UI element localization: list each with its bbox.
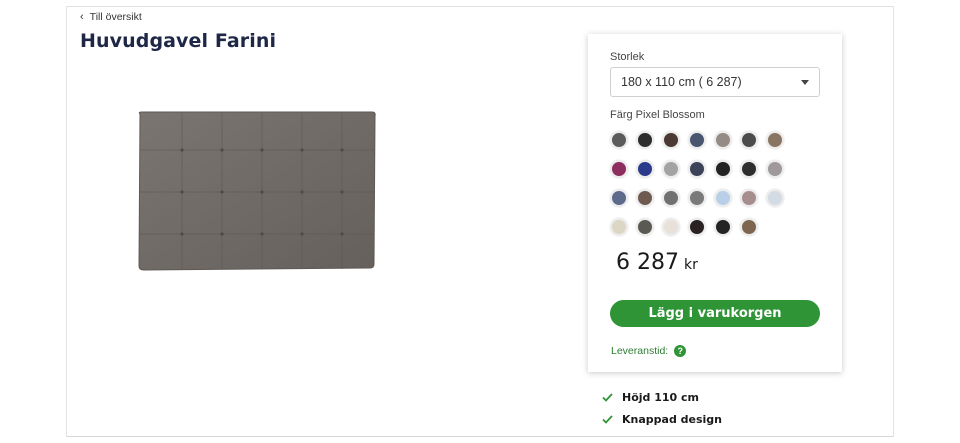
chevron-left-icon: ‹ [80, 10, 84, 23]
color-swatch-grid [610, 131, 790, 247]
color-swatch[interactable] [636, 131, 654, 149]
size-select[interactable]: 180 x 110 cm ( 6 287) [610, 67, 820, 97]
delivery-time: Leveranstid: ? [611, 345, 687, 357]
question-help-icon[interactable]: ? [674, 345, 687, 357]
purchase-panel: Storlek 180 x 110 cm ( 6 287) Färg Pixel… [588, 34, 842, 372]
color-swatch[interactable] [740, 189, 758, 207]
color-swatch[interactable] [740, 160, 758, 178]
color-swatch[interactable] [688, 131, 706, 149]
color-swatch[interactable] [740, 131, 758, 149]
color-swatch[interactable] [714, 189, 732, 207]
color-swatch[interactable] [688, 189, 706, 207]
price-currency: kr [683, 257, 698, 273]
color-swatch[interactable] [766, 189, 784, 207]
add-to-cart-button[interactable]: Lägg i varukorgen [610, 300, 820, 327]
color-swatch[interactable] [636, 160, 654, 178]
product-image [138, 111, 376, 271]
color-swatch[interactable] [610, 160, 628, 178]
color-swatch[interactable] [662, 218, 680, 236]
checkmark-icon [602, 414, 613, 424]
color-swatch[interactable] [662, 160, 680, 178]
color-swatch[interactable] [610, 218, 628, 236]
feature-label: Knappad design [622, 412, 723, 426]
color-swatch[interactable] [740, 218, 758, 236]
color-swatch[interactable] [766, 160, 784, 178]
feature-label: Höjd 110 cm [622, 390, 700, 404]
size-select-value: 180 x 110 cm ( 6 287) [621, 75, 742, 89]
size-label: Storlek [610, 51, 645, 63]
color-swatch[interactable] [610, 189, 628, 207]
price: 6 287 kr [616, 250, 698, 275]
checkmark-icon [602, 392, 613, 402]
color-swatch[interactable] [714, 131, 732, 149]
color-swatch[interactable] [662, 131, 680, 149]
color-swatch[interactable] [688, 218, 706, 236]
feature-item: Knappad design [602, 408, 722, 430]
delivery-label: Leveranstid: [611, 345, 669, 357]
color-swatch[interactable] [714, 160, 732, 178]
feature-list: Höjd 110 cm Knappad design [602, 386, 722, 430]
color-swatch[interactable] [688, 160, 706, 178]
color-swatch[interactable] [766, 131, 784, 149]
caret-down-icon [801, 79, 809, 85]
color-swatch[interactable] [662, 189, 680, 207]
color-label: Färg Pixel Blossom [610, 109, 705, 121]
feature-item: Höjd 110 cm [602, 386, 722, 408]
back-link-label: Till översikt [89, 11, 142, 23]
price-value: 6 287 [616, 250, 679, 275]
product-title: Huvudgavel Farini [80, 30, 277, 52]
color-swatch[interactable] [636, 189, 654, 207]
color-swatch[interactable] [714, 218, 732, 236]
color-swatch[interactable] [610, 131, 628, 149]
back-to-overview-link[interactable]: ‹ Till översikt [80, 11, 142, 23]
color-swatch[interactable] [636, 218, 654, 236]
